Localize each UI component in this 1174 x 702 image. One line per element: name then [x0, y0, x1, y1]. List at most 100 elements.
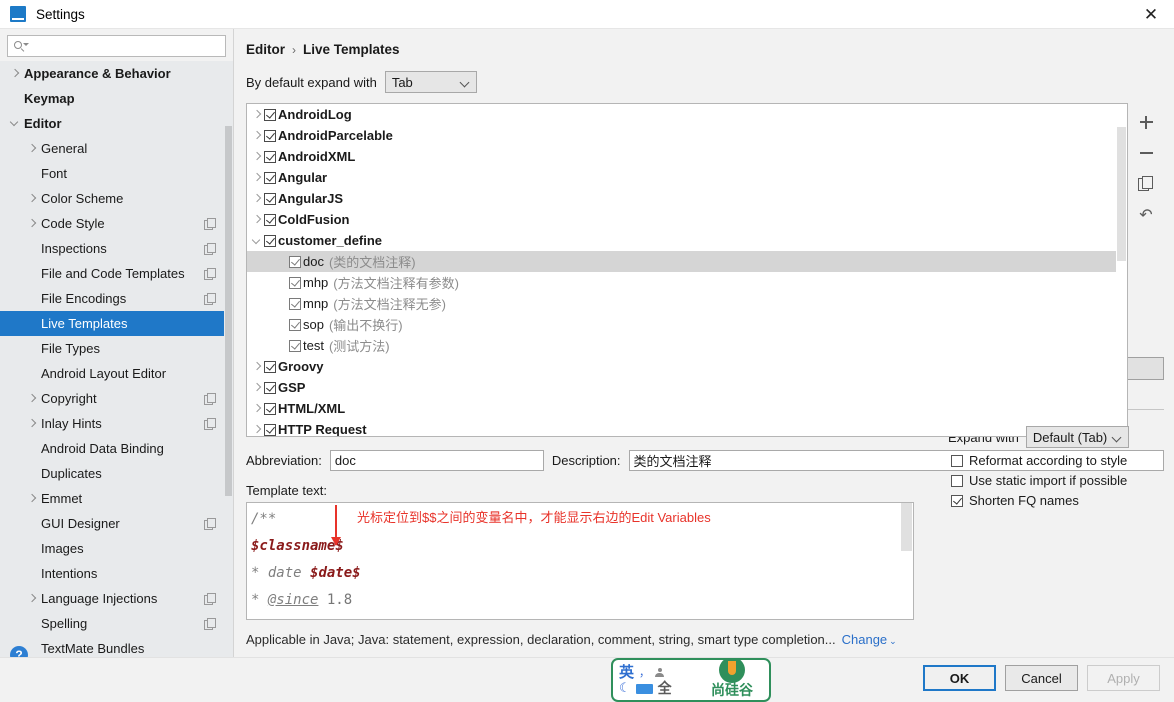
- template-row[interactable]: mnp(方法文档注释无参): [247, 293, 1127, 314]
- template-checkbox[interactable]: [264, 361, 276, 373]
- chevron-right-icon[interactable]: [251, 360, 264, 373]
- copy-settings-icon[interactable]: [204, 618, 215, 629]
- search-input[interactable]: [27, 37, 225, 55]
- ime-moon-icon[interactable]: ☾: [619, 681, 631, 696]
- ok-button[interactable]: OK: [923, 665, 996, 691]
- template-row[interactable]: AngularJS: [247, 188, 1127, 209]
- sidebar-item-gui-designer[interactable]: GUI Designer: [0, 511, 233, 536]
- chevron-right-icon[interactable]: [251, 171, 264, 184]
- chevron-right-icon[interactable]: [27, 493, 38, 504]
- sidebar-item-file-encodings[interactable]: File Encodings: [0, 286, 233, 311]
- template-row[interactable]: GSP: [247, 377, 1127, 398]
- copy-settings-icon[interactable]: [204, 243, 215, 254]
- template-row[interactable]: test(测试方法): [247, 335, 1127, 356]
- chevron-right-icon[interactable]: [251, 213, 264, 226]
- template-row[interactable]: AndroidParcelable: [247, 125, 1127, 146]
- add-template-icon[interactable]: [1137, 113, 1155, 131]
- copy-settings-icon[interactable]: [204, 518, 215, 529]
- ime-language-toggle[interactable]: 英: [619, 665, 634, 680]
- chevron-right-icon[interactable]: [27, 393, 38, 404]
- chevron-right-icon[interactable]: [251, 381, 264, 394]
- option-checkbox-row[interactable]: Reformat according to style: [924, 453, 1164, 468]
- chevron-right-icon[interactable]: [27, 418, 38, 429]
- sidebar-item-images[interactable]: Images: [0, 536, 233, 561]
- template-row[interactable]: Angular: [247, 167, 1127, 188]
- template-checkbox[interactable]: [264, 382, 276, 394]
- chevron-down-icon[interactable]: [251, 234, 264, 247]
- duplicate-template-icon[interactable]: [1137, 175, 1155, 193]
- change-context-link[interactable]: Change⌄: [842, 632, 897, 647]
- template-checkbox[interactable]: [264, 109, 276, 121]
- sidebar-item-file-types[interactable]: File Types: [0, 336, 233, 361]
- template-checkbox[interactable]: [264, 151, 276, 163]
- copy-settings-icon[interactable]: [204, 393, 215, 404]
- sidebar-item-appearance-behavior[interactable]: Appearance & Behavior: [0, 61, 233, 86]
- chevron-right-icon[interactable]: [27, 143, 38, 154]
- chevron-right-icon[interactable]: [251, 192, 264, 205]
- template-checkbox[interactable]: [289, 256, 301, 268]
- sidebar-item-emmet[interactable]: Emmet: [0, 486, 233, 511]
- sidebar-item-android-data-binding[interactable]: Android Data Binding: [0, 436, 233, 461]
- template-row[interactable]: sop(输出不换行): [247, 314, 1127, 335]
- template-row[interactable]: Groovy: [247, 356, 1127, 377]
- sidebar-item-code-style[interactable]: Code Style: [0, 211, 233, 236]
- template-checkbox[interactable]: [289, 340, 301, 352]
- chevron-right-icon[interactable]: [251, 423, 264, 436]
- abbreviation-input[interactable]: doc: [330, 450, 544, 471]
- template-row[interactable]: HTML/XML: [247, 398, 1127, 419]
- option-checkbox[interactable]: [951, 455, 963, 467]
- option-checkbox-row[interactable]: Shorten FQ names: [924, 493, 1164, 508]
- template-row[interactable]: AndroidXML: [247, 146, 1127, 167]
- template-checkbox[interactable]: [264, 235, 276, 247]
- sidebar-scrollbar[interactable]: [224, 61, 233, 674]
- chevron-right-icon[interactable]: [251, 402, 264, 415]
- template-text-scrollbar-thumb[interactable]: [901, 503, 912, 551]
- template-checkbox[interactable]: [289, 298, 301, 310]
- ime-user-icon[interactable]: [655, 668, 664, 677]
- template-row[interactable]: doc(类的文档注释): [247, 251, 1127, 272]
- option-checkbox-row[interactable]: Use static import if possible: [924, 473, 1164, 488]
- default-expand-select[interactable]: Tab: [385, 71, 477, 93]
- template-row[interactable]: HTTP Request: [247, 419, 1127, 437]
- chevron-down-icon[interactable]: [10, 118, 21, 129]
- sidebar-item-file-and-code-templates[interactable]: File and Code Templates: [0, 261, 233, 286]
- sidebar-item-live-templates[interactable]: Live Templates: [0, 311, 233, 336]
- sidebar-item-keymap[interactable]: Keymap: [0, 86, 233, 111]
- sidebar-item-inspections[interactable]: Inspections: [0, 236, 233, 261]
- chevron-right-icon[interactable]: [251, 108, 264, 121]
- sidebar-item-copyright[interactable]: Copyright: [0, 386, 233, 411]
- sidebar-item-spelling[interactable]: Spelling: [0, 611, 233, 636]
- sidebar-item-general[interactable]: General: [0, 136, 233, 161]
- cancel-button[interactable]: Cancel: [1005, 665, 1078, 691]
- remove-template-icon[interactable]: [1137, 144, 1155, 162]
- sidebar-scrollbar-thumb[interactable]: [225, 126, 232, 496]
- option-checkbox[interactable]: [951, 475, 963, 487]
- copy-settings-icon[interactable]: [204, 293, 215, 304]
- copy-settings-icon[interactable]: [204, 268, 215, 279]
- ime-fullwidth-toggle[interactable]: 全: [658, 682, 672, 696]
- copy-settings-icon[interactable]: [204, 418, 215, 429]
- templates-scrollbar-thumb[interactable]: [1117, 127, 1126, 261]
- chevron-right-icon[interactable]: [27, 218, 38, 229]
- template-text-scrollbar[interactable]: [900, 503, 913, 619]
- template-checkbox[interactable]: [264, 214, 276, 226]
- template-row[interactable]: mhp(方法文档注释有参数): [247, 272, 1127, 293]
- chevron-right-icon[interactable]: [27, 593, 38, 604]
- template-checkbox[interactable]: [289, 319, 301, 331]
- template-row[interactable]: ColdFusion: [247, 209, 1127, 230]
- sidebar-item-duplicates[interactable]: Duplicates: [0, 461, 233, 486]
- copy-settings-icon[interactable]: [204, 593, 215, 604]
- expand-with-select[interactable]: Default (Tab): [1026, 426, 1129, 448]
- ime-keyboard-icon[interactable]: [636, 684, 653, 694]
- ime-floating-toolbar[interactable]: 英 ， ☾ 全 尚硅谷: [611, 658, 771, 702]
- sidebar-item-color-scheme[interactable]: Color Scheme: [0, 186, 233, 211]
- templates-scrollbar[interactable]: [1116, 104, 1127, 436]
- breadcrumb-parent[interactable]: Editor: [246, 42, 285, 57]
- option-checkbox[interactable]: [951, 495, 963, 507]
- chevron-right-icon[interactable]: [10, 68, 21, 79]
- template-text-editor[interactable]: /**$classname$ * date $date$ * @since 1.…: [246, 502, 914, 620]
- sidebar-item-editor[interactable]: Editor: [0, 111, 233, 136]
- revert-template-icon[interactable]: ↶: [1137, 206, 1155, 224]
- sidebar-item-font[interactable]: Font: [0, 161, 233, 186]
- sidebar-item-intentions[interactable]: Intentions: [0, 561, 233, 586]
